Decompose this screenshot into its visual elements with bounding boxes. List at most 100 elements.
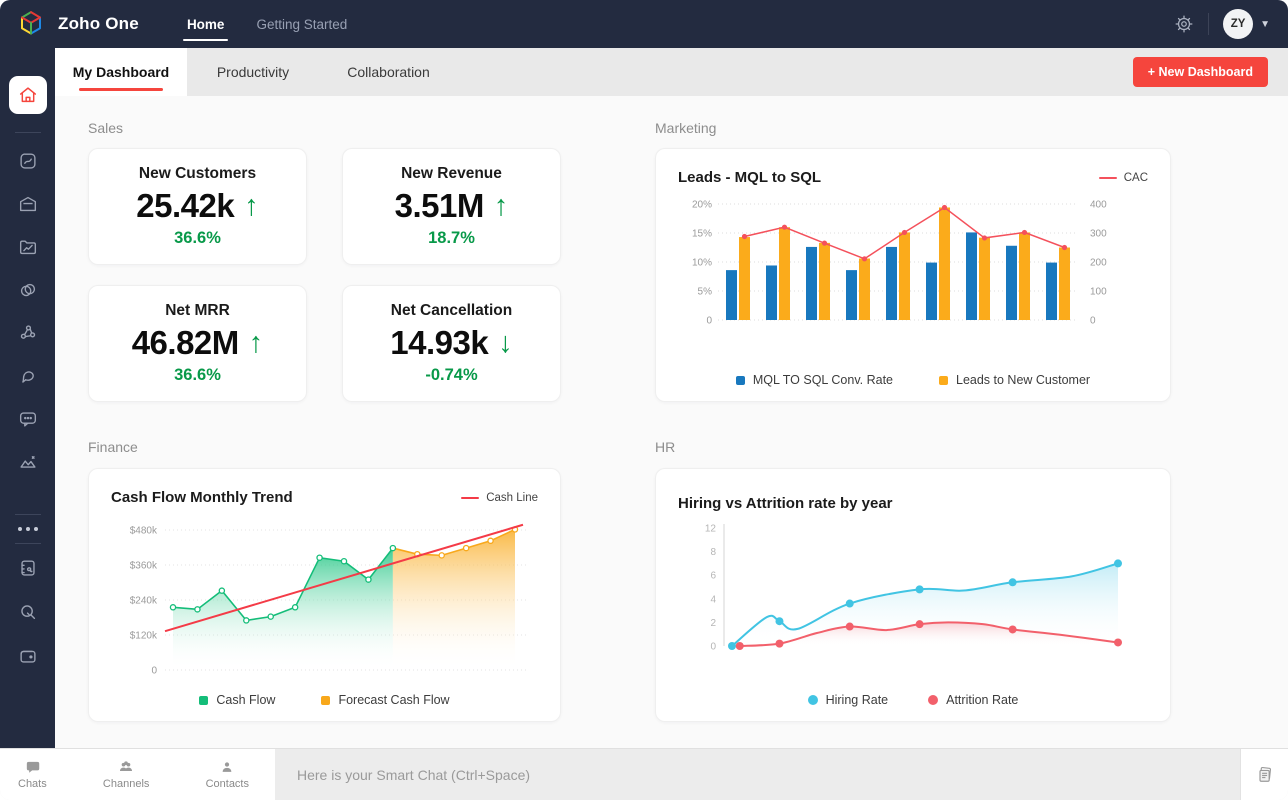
- arrow-up-icon: ↑: [244, 189, 259, 222]
- linked-circles-icon: [20, 283, 35, 297]
- wallet-icon: [19, 650, 36, 663]
- search-icon: [20, 605, 35, 620]
- kpi-delta: 18.7%: [428, 229, 475, 247]
- dashboard-content: Sales Marketing Finance HR New Customers…: [55, 96, 1288, 748]
- tab-productivity[interactable]: Productivity: [187, 48, 319, 96]
- sidebar-item-notebook[interactable]: [16, 556, 40, 580]
- smart-chat-input[interactable]: [297, 766, 1146, 783]
- legend-dot-red: [928, 695, 939, 705]
- kpi-delta: 36.6%: [174, 229, 221, 247]
- svg-text:100: 100: [1090, 287, 1107, 298]
- sidebar-item-messages[interactable]: [16, 407, 40, 431]
- svg-text:$360k: $360k: [130, 561, 158, 572]
- sidebar-more-button[interactable]: [17, 527, 38, 531]
- cash-line-swatch: [461, 496, 480, 500]
- app-sidebar: [0, 48, 55, 748]
- legend-label: Cash Flow: [216, 693, 276, 707]
- contacts-label: Contacts: [205, 778, 249, 790]
- sidebar-item-billing[interactable]: [16, 149, 40, 173]
- sidebar-item-mail[interactable]: [16, 192, 40, 216]
- sidebar-item-reports[interactable]: [16, 235, 40, 259]
- kpi-card-new-revenue: New Revenue 3.51M ↑ 18.7%: [342, 148, 561, 265]
- brand-title: Zoho One: [58, 14, 139, 33]
- svg-text:6: 6: [710, 571, 716, 582]
- hr-chart: 12 8 6 4 2 0: [656, 514, 1170, 687]
- kpi-card-net-mrr: Net MRR 46.82M ↑ 36.6%: [88, 285, 307, 402]
- new-dashboard-button[interactable]: + New Dashboard: [1132, 57, 1268, 87]
- section-label-finance: Finance: [88, 439, 138, 455]
- user-menu[interactable]: ZY ▼: [1223, 9, 1270, 39]
- nav-home[interactable]: Home: [182, 0, 228, 48]
- cash-line-legend: Cash Line: [461, 492, 538, 504]
- hr-chart-card: Hiring vs Attrition rate by year 12 8 6 4 2 0…: [655, 468, 1171, 722]
- contacts-tab[interactable]: Contacts: [206, 759, 249, 790]
- chat-bubble-dots-icon: [19, 412, 36, 427]
- kpi-value: 25.42k: [136, 187, 235, 224]
- chats-tab[interactable]: Chats: [18, 759, 47, 790]
- legend-label: Leads to New Customer: [956, 373, 1091, 387]
- legend-swatch-green: [199, 695, 209, 705]
- legend-swatch-orange: [321, 695, 331, 705]
- kpi-delta: -0.74%: [425, 366, 478, 384]
- arrow-up-icon: ↑: [248, 326, 264, 359]
- mountain-analytics-icon: [19, 455, 36, 468]
- sidebar-item-analytics[interactable]: [16, 450, 40, 474]
- sidebar-item-crm[interactable]: [16, 278, 40, 302]
- avatar[interactable]: ZY: [1223, 9, 1254, 39]
- chart-title: Leads - MQL to SQL: [678, 169, 822, 186]
- svg-text:0: 0: [710, 642, 716, 653]
- nav-getting-started[interactable]: Getting Started: [254, 0, 349, 48]
- svg-text:200: 200: [1090, 258, 1107, 269]
- kpi-delta: 36.6%: [174, 366, 221, 384]
- top-nav: Home Getting Started: [182, 0, 349, 48]
- notebook-icon: [20, 560, 35, 576]
- tab-my-dashboard[interactable]: My Dashboard: [55, 48, 187, 96]
- cash-line-legend-label: Cash Line: [486, 492, 538, 504]
- svg-text:300: 300: [1090, 229, 1107, 240]
- arrow-down-icon: ↓: [498, 326, 513, 359]
- cac-line-swatch: [1098, 176, 1117, 180]
- svg-text:10%: 10%: [692, 258, 712, 269]
- sidebar-item-cliq[interactable]: [16, 364, 40, 388]
- cac-legend-label: CAC: [1123, 172, 1148, 184]
- chats-label: Chats: [18, 778, 47, 790]
- chevron-down-icon: ▼: [1260, 18, 1270, 30]
- notes-button[interactable]: [1240, 749, 1288, 800]
- svg-text:15%: 15%: [692, 229, 712, 240]
- sidebar-item-home[interactable]: [8, 76, 47, 114]
- sidebar-item-network[interactable]: [16, 321, 40, 345]
- sidebar-item-search[interactable]: [16, 600, 40, 624]
- legend-label: MQL TO SQL Conv. Rate: [752, 373, 893, 387]
- arrow-up-icon: ↑: [493, 189, 509, 222]
- finance-chart: $480k $360k $240k $120k 0: [89, 508, 560, 687]
- tab-collaboration[interactable]: Collaboration: [319, 48, 458, 96]
- kpi-title: Net Cancellation: [390, 302, 513, 319]
- home-icon: [19, 87, 36, 103]
- kpi-title: New Revenue: [401, 165, 502, 182]
- smart-chat-bar: Chats Channels Contacts: [0, 748, 1288, 800]
- top-bar: Zoho One Home Getting Started ZY ▼: [0, 0, 1288, 48]
- kpi-value: 3.51M: [394, 187, 485, 224]
- svg-text:8: 8: [710, 547, 716, 558]
- section-label-hr: HR: [655, 439, 676, 455]
- channels-label: Channels: [102, 778, 150, 790]
- sidebar-divider: [14, 514, 41, 515]
- svg-text:0: 0: [1090, 316, 1096, 327]
- finance-chart-card: Cash Flow Monthly Trend Cash Line $480k $…: [88, 468, 561, 722]
- sidebar-item-wallet[interactable]: [16, 644, 40, 668]
- kpi-value: 46.82M: [131, 324, 240, 361]
- people-icon: [120, 761, 133, 772]
- svg-text:20%: 20%: [692, 200, 712, 211]
- app-window: Zoho One Home Getting Started ZY ▼ My Da…: [0, 0, 1288, 800]
- svg-text:0: 0: [151, 666, 157, 677]
- finance-legend: Cash Flow Forecast Cash Flow: [89, 687, 560, 721]
- kpi-title: Net MRR: [165, 302, 230, 319]
- topbar-divider: [1208, 13, 1210, 35]
- svg-text:$240k: $240k: [130, 596, 158, 607]
- kpi-title: New Customers: [138, 165, 257, 182]
- channels-tab[interactable]: Channels: [103, 759, 149, 790]
- legend-swatch-blue: [735, 375, 745, 385]
- section-label-marketing: Marketing: [655, 120, 717, 136]
- gear-icon[interactable]: [1174, 14, 1194, 34]
- zoho-logo-icon: [21, 11, 41, 35]
